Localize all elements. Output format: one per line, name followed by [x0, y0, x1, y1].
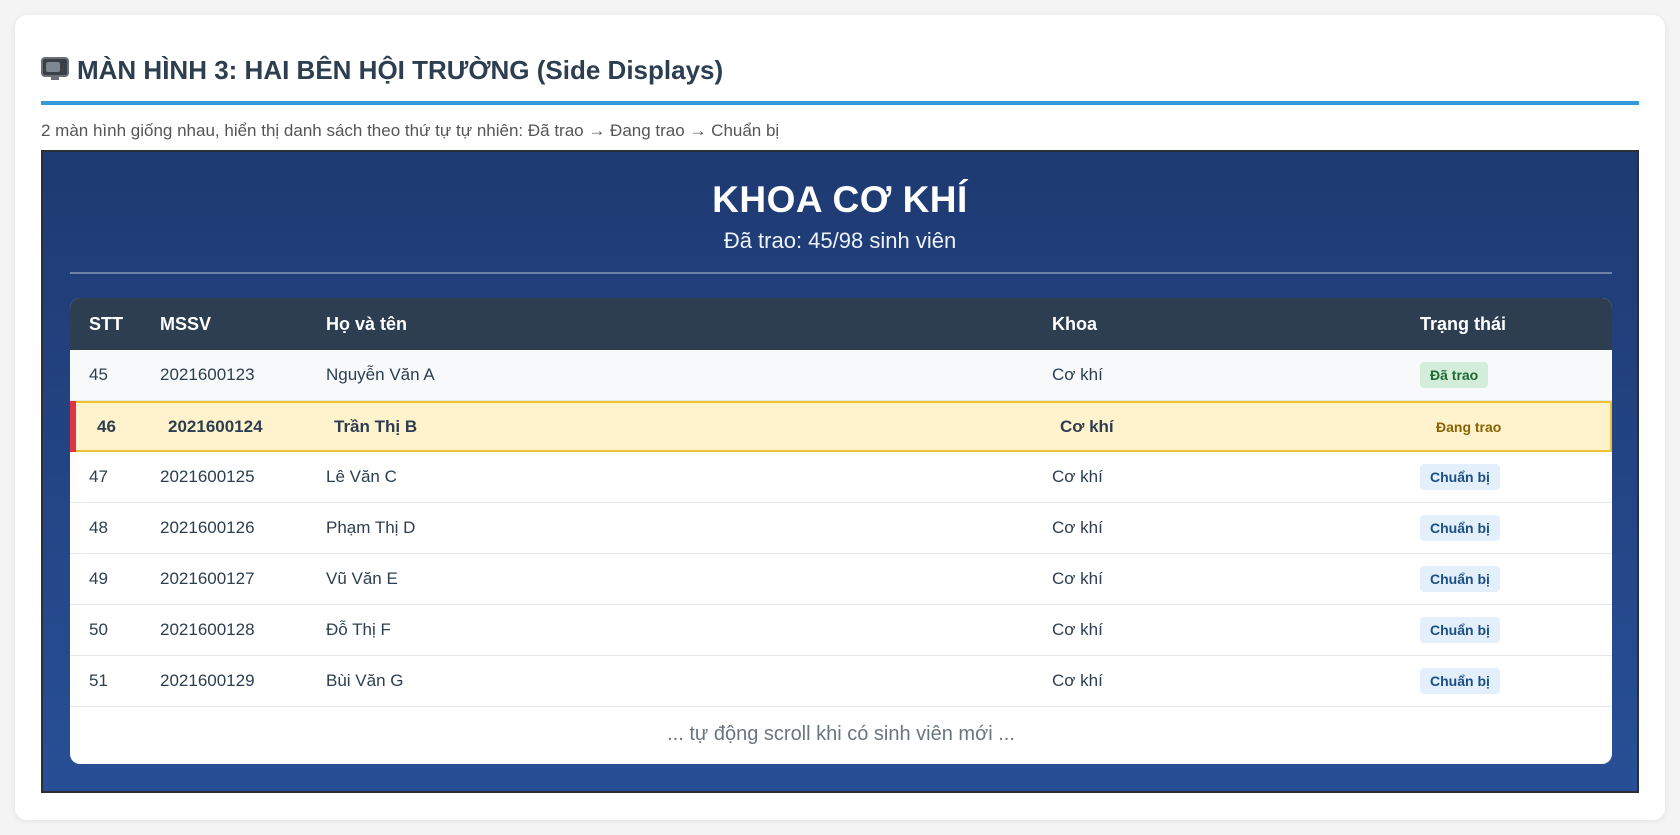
side-display-card: MÀN HÌNH 3: HAI BÊN HỘI TRƯỜNG (Side Dis…: [15, 15, 1665, 820]
col-name: Họ và tên: [326, 313, 408, 334]
col-mssv: MSSV: [160, 313, 212, 334]
award-progress: Đã trao: 45/98 sinh viên: [723, 228, 957, 253]
cell-mssv: 2021600125: [160, 467, 255, 486]
status-badge: Chuẩn bị: [1420, 566, 1500, 592]
cell-khoa: Cơ khí: [1052, 467, 1103, 486]
cell-stt: 50: [89, 620, 108, 639]
cell-name: Đỗ Thị F: [326, 620, 391, 639]
col-khoa: Khoa: [1052, 313, 1097, 334]
status-badge: Đang trao: [1436, 418, 1502, 435]
student-table: STT MSSV Họ và tên Khoa Trạng thái 45 20…: [70, 298, 1612, 764]
cell-status: Đã trao: [1420, 362, 1612, 388]
status-badge: Chuẩn bị: [1420, 464, 1500, 490]
cell-khoa: Cơ khí: [1052, 518, 1103, 537]
cell-status: Đang trao: [1428, 414, 1610, 440]
cell-name: Lê Văn C: [326, 467, 397, 486]
cell-status: Chuẩn bị: [1420, 566, 1612, 592]
cell-name: Trần Thị B: [334, 416, 418, 436]
auto-scroll-note: ... tự động scroll khi có sinh viên mới …: [667, 722, 1015, 745]
status-badge: Chuẩn bị: [1420, 668, 1500, 694]
cell-name: Bùi Văn G: [326, 671, 404, 690]
table-row: 45 2021600123 Nguyễn Văn A Cơ khí Đã tra…: [70, 350, 1612, 401]
tv-icon: [41, 57, 69, 81]
header-divider: [70, 272, 1612, 274]
cell-khoa: Cơ khí: [1052, 365, 1103, 384]
cell-stt: 48: [89, 518, 108, 537]
status-badge: Chuẩn bị: [1420, 617, 1500, 643]
table-row: 49 2021600127 Vũ Văn E Cơ khí Chuẩn bị: [70, 554, 1612, 605]
cell-status: Chuẩn bị: [1420, 617, 1612, 643]
status-badge: Đã trao: [1420, 362, 1489, 388]
table-row: 48 2021600126 Phạm Thị D Cơ khí Chuẩn bị: [70, 503, 1612, 554]
cell-mssv: 2021600127: [160, 569, 255, 588]
department-title: KHOA CƠ KHÍ: [712, 179, 968, 220]
section-title: MÀN HÌNH 3: HAI BÊN HỘI TRƯỜNG (Side Dis…: [77, 55, 724, 85]
table-row: 47 2021600125 Lê Văn C Cơ khí Chuẩn bị: [70, 452, 1612, 503]
display-screen: KHOA CƠ KHÍ Đã trao: 45/98 sinh viên STT…: [41, 150, 1639, 793]
section-description: 2 màn hình giống nhau, hiển thị danh sác…: [41, 121, 780, 140]
cell-mssv: 2021600129: [160, 671, 255, 690]
cell-name: Phạm Thị D: [326, 518, 416, 537]
cell-mssv: 2021600126: [160, 518, 255, 537]
cell-name: Vũ Văn E: [326, 569, 398, 588]
cell-khoa: Cơ khí: [1052, 569, 1103, 588]
section-header: MÀN HÌNH 3: HAI BÊN HỘI TRƯỜNG (Side Dis…: [41, 41, 1639, 105]
table-row: 50 2021600128 Đỗ Thị F Cơ khí Chuẩn bị: [70, 605, 1612, 656]
cell-stt: 47: [89, 467, 108, 486]
cell-name: Nguyễn Văn A: [326, 365, 435, 384]
cell-khoa: Cơ khí: [1060, 416, 1114, 436]
col-stt: STT: [89, 313, 123, 334]
cell-stt: 45: [89, 365, 108, 384]
table-row: 51 2021600129 Bùi Văn G Cơ khí Chuẩn bị: [70, 656, 1612, 707]
cell-mssv: 2021600123: [160, 365, 255, 384]
cell-stt: 51: [89, 671, 108, 690]
col-status: Trạng thái: [1420, 313, 1507, 334]
cell-status: Chuẩn bị: [1420, 668, 1612, 694]
cell-khoa: Cơ khí: [1052, 671, 1103, 690]
cell-mssv: 2021600128: [160, 620, 255, 639]
cell-status: Chuẩn bị: [1420, 464, 1612, 490]
status-badge: Chuẩn bị: [1420, 515, 1500, 541]
table-row-active: 46 2021600124 Trần Thị B Cơ khí Đang tra…: [70, 401, 1612, 452]
cell-stt: 46: [97, 416, 116, 436]
cell-mssv: 2021600124: [168, 416, 263, 436]
cell-status: Chuẩn bị: [1420, 515, 1612, 541]
cell-stt: 49: [89, 569, 108, 588]
cell-khoa: Cơ khí: [1052, 620, 1103, 639]
table-header: STT MSSV Họ và tên Khoa Trạng thái: [70, 298, 1612, 350]
